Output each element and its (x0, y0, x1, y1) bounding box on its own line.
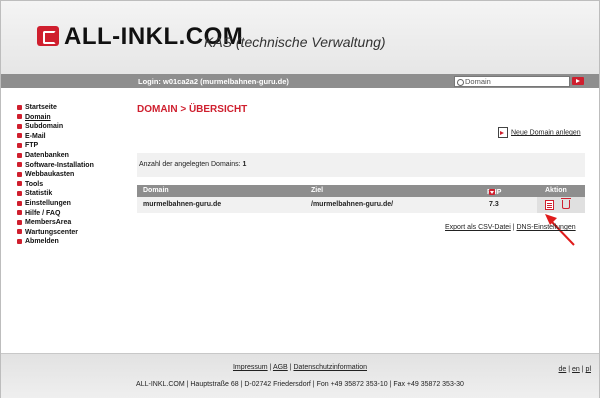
lang-en-link[interactable]: en (572, 366, 580, 373)
cell-domain: murmelbahnen-guru.de (143, 201, 222, 208)
sidebar-item-domain[interactable]: Domain (17, 113, 94, 123)
footer: Impressum | AGB | Datenschutzinformation… (1, 353, 599, 398)
bullet-icon (17, 114, 22, 120)
language-switcher: de | en | pl (558, 366, 591, 373)
search-icon (457, 78, 464, 86)
cell-php: 7.3 (489, 201, 499, 208)
sidebar-item-webbaukasten[interactable]: Webbaukasten (17, 170, 94, 180)
bullet-icon (17, 191, 22, 196)
bullet-icon (17, 219, 22, 225)
table-row: murmelbahnen-guru.de /murmelbahnen-guru.… (137, 197, 585, 213)
footer-links: Impressum | AGB | Datenschutzinformation (232, 364, 367, 371)
logo-icon (37, 26, 59, 46)
bullet-icon (17, 229, 22, 235)
login-info: Login: w01ca2a2 (murmelbahnen-guru.de) (138, 77, 289, 86)
table-header: Domain Ziel PHP Aktion (137, 185, 585, 197)
sidebar-item-statistik[interactable]: Statistik (17, 189, 94, 199)
export-csv-link[interactable]: Export als CSV-Datei (445, 224, 511, 231)
domain-count-label: Anzahl der angelegten Domains: (139, 161, 241, 168)
app-subtitle: KAS (technische Verwaltung) (204, 34, 386, 50)
search-go-button[interactable] (572, 77, 584, 85)
bullet-icon (17, 181, 22, 187)
sidebar-item-einstellungen[interactable]: Einstellungen (17, 199, 94, 209)
sidebar-item-abmelden[interactable]: Abmelden (17, 237, 94, 247)
bullet-icon (17, 123, 22, 129)
column-header-ziel[interactable]: Ziel (311, 187, 323, 194)
page-frame: ALL-INKL.COM KAS (technische Verwaltung)… (0, 0, 600, 398)
sidebar-item-tools[interactable]: Tools (17, 180, 94, 190)
sidebar-item-startseite[interactable]: Startseite (17, 103, 94, 113)
column-header-aktion: Aktion (545, 187, 567, 194)
bullet-icon (17, 152, 22, 158)
sort-icon[interactable] (489, 189, 495, 195)
footer-address: ALL-INKL.COM | Hauptstraße 68 | D-02742 … (136, 381, 464, 388)
bullet-icon (17, 104, 22, 110)
domain-count-box: Anzahl der angelegten Domains: 1 (137, 153, 585, 177)
new-domain-icon (498, 127, 508, 138)
domain-search-input[interactable]: Domain (454, 76, 570, 87)
lang-pl-link[interactable]: pl (586, 366, 591, 373)
sidebar-nav: Startseite Domain Subdomain E-Mail FTP D… (17, 103, 94, 247)
top-bar: Login: w01ca2a2 (murmelbahnen-guru.de) D… (1, 74, 599, 88)
search-placeholder: Domain (465, 77, 491, 86)
bullet-icon (17, 210, 22, 216)
page-title: DOMAIN > ÜBERSICHT (137, 104, 248, 115)
bullet-icon (17, 143, 22, 149)
sidebar-item-subdomain[interactable]: Subdomain (17, 122, 94, 132)
cell-ziel: /murmelbahnen-guru.de/ (311, 201, 394, 208)
agb-link[interactable]: AGB (273, 364, 288, 371)
sidebar-item-ftp[interactable]: FTP (17, 141, 94, 151)
sidebar-item-wartungscenter[interactable]: Wartungscenter (17, 228, 94, 238)
header: ALL-INKL.COM KAS (technische Verwaltung) (1, 1, 599, 74)
bullet-icon (17, 162, 22, 168)
separator: | (512, 224, 515, 231)
datenschutz-link[interactable]: Datenschutzinformation (293, 364, 367, 371)
bullet-icon (17, 200, 22, 206)
sidebar-item-software-installation[interactable]: Software-Installation (17, 161, 94, 171)
sidebar-item-hilfe-faq[interactable]: Hilfe / FAQ (17, 209, 94, 219)
domain-count-value: 1 (242, 161, 247, 168)
sidebar-item-membersarea[interactable]: MembersArea (17, 218, 94, 228)
dns-settings-link[interactable]: DNS-Einstellungen (516, 224, 575, 231)
sidebar-item-datenbanken[interactable]: Datenbanken (17, 151, 94, 161)
bullet-icon (17, 238, 22, 244)
impressum-link[interactable]: Impressum (233, 364, 268, 371)
new-domain-link[interactable]: Neue Domain anlegen (498, 127, 581, 138)
table-links: Export als CSV-Datei | DNS-Einstellungen (445, 224, 576, 231)
bullet-icon (17, 133, 22, 139)
lang-de-link[interactable]: de (559, 366, 567, 373)
column-header-domain[interactable]: Domain (143, 187, 169, 194)
bullet-icon (17, 171, 22, 177)
sidebar-item-email[interactable]: E-Mail (17, 132, 94, 142)
